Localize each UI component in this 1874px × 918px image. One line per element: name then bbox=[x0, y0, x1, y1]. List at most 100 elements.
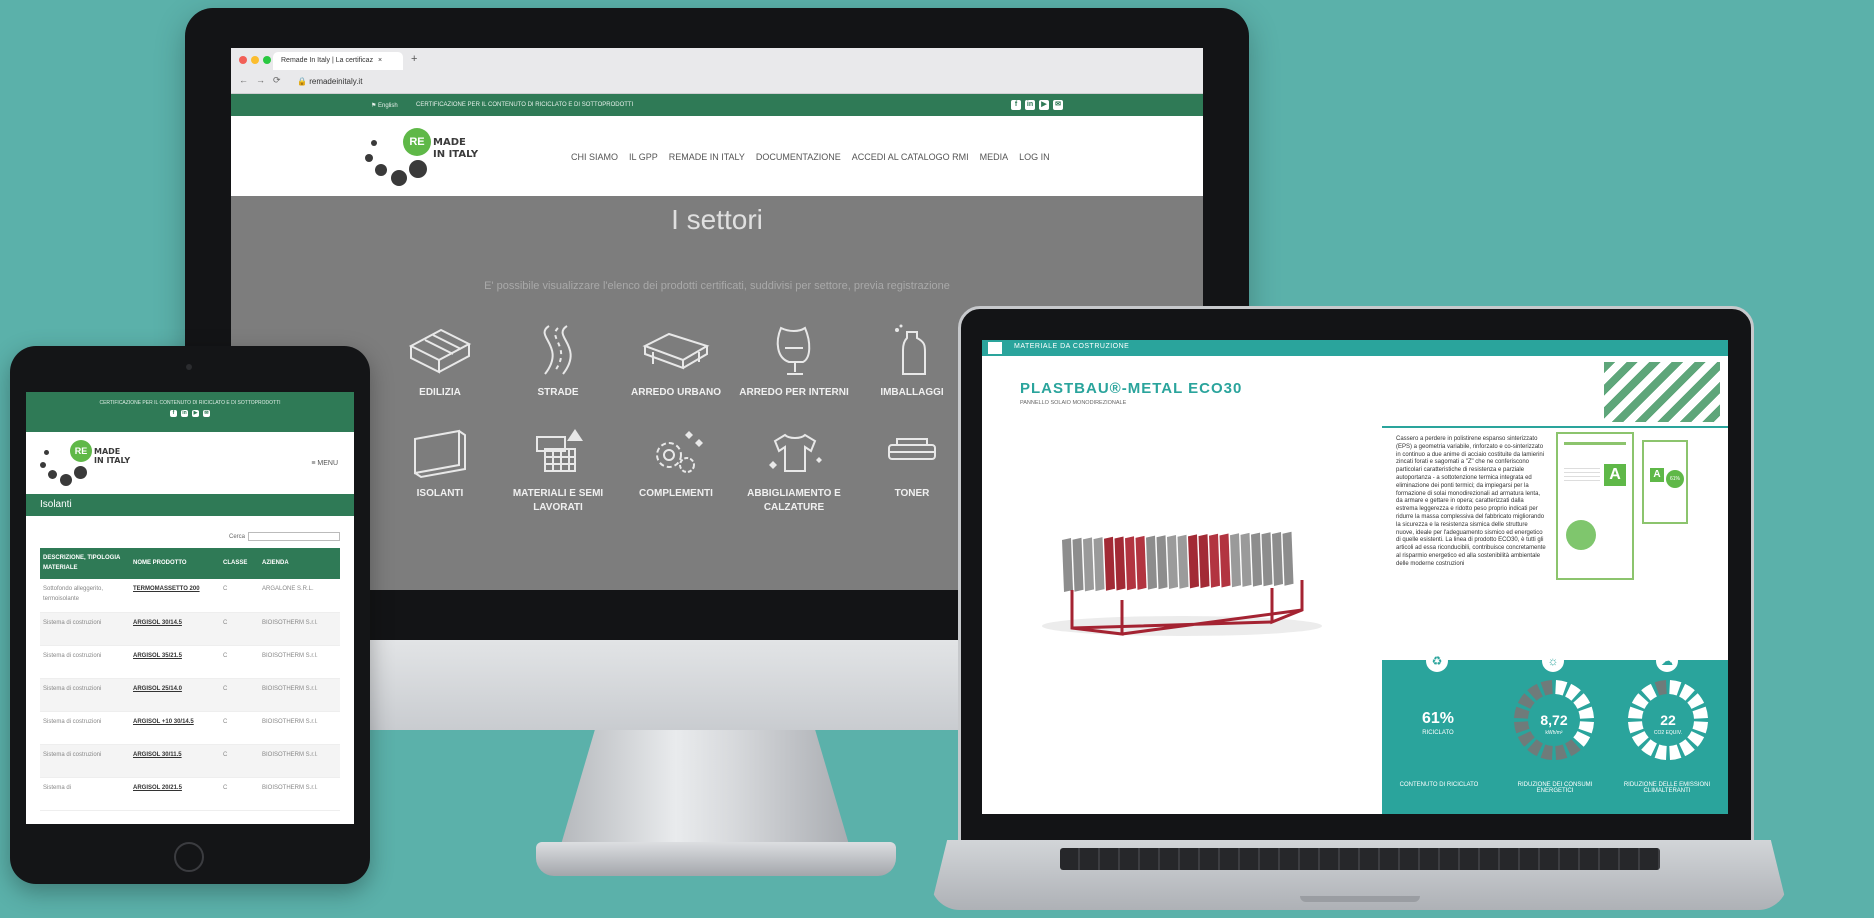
nav-item-documentazione[interactable]: DOCUMENTAZIONE bbox=[756, 152, 841, 162]
stat-unit-energy: kWh/m² bbox=[1545, 730, 1563, 736]
tablet-header: RE MADE IN ITALY ≡ MENU bbox=[26, 432, 354, 494]
col-azienda[interactable]: AZIENDA bbox=[259, 548, 340, 580]
stat-label-recycled: CONTENUTO DI RICICLATO bbox=[1399, 782, 1479, 788]
product-link[interactable]: ARGISOL 25/14.0 bbox=[130, 678, 220, 712]
sector-label: TONER bbox=[894, 487, 930, 499]
facebook-icon[interactable]: f bbox=[1011, 100, 1021, 110]
cell-desc: Sistema di costruzioni bbox=[40, 612, 130, 646]
new-tab-button[interactable]: + bbox=[411, 53, 417, 65]
bench-slat bbox=[1104, 536, 1115, 591]
product-link[interactable]: ARGISOL +10 30/14.5 bbox=[130, 711, 220, 745]
nav-item-il-gpp[interactable]: IL GPP bbox=[629, 152, 658, 162]
col-classe[interactable]: CLASSE bbox=[220, 548, 259, 580]
sector-edilizia[interactable]: EDILIZIA bbox=[381, 322, 499, 401]
sector-arredo-urbano[interactable]: ARREDO URBANO bbox=[617, 322, 735, 401]
site-header: RE MADE IN ITALY CHI SIAMO IL GPP REMADE… bbox=[231, 116, 1203, 196]
sector-strade[interactable]: STRADE bbox=[499, 322, 617, 401]
cell-azienda: BIOISOTHERM S.r.l. bbox=[259, 678, 340, 712]
product-title: PLASTBAU®-METAL ECO30 bbox=[1020, 380, 1243, 397]
panel-icon bbox=[414, 429, 466, 478]
tablet-home-button[interactable] bbox=[174, 842, 204, 872]
address-bar[interactable]: 🔒 remadeinitaly.it bbox=[291, 75, 1151, 89]
sector-toner[interactable]: TONER bbox=[853, 423, 971, 516]
product-link[interactable]: ARGISOL 20/21.5 bbox=[130, 777, 220, 811]
sector-materiali[interactable]: MATERIALI E SEMI LAVORATI bbox=[499, 423, 617, 516]
email-icon[interactable]: ✉ bbox=[1053, 100, 1063, 110]
remade-logo[interactable]: RE MADE IN ITALY bbox=[40, 438, 150, 488]
logo-dot bbox=[391, 170, 407, 186]
cell-azienda: ARGALONE S.R.L. bbox=[259, 579, 340, 613]
nav-arrows-icon[interactable]: ←→⟳ bbox=[239, 75, 289, 86]
bench-slat bbox=[1135, 535, 1147, 590]
gears-icon bbox=[656, 430, 703, 473]
bench-slat bbox=[1240, 532, 1252, 587]
monitor-stand bbox=[560, 730, 850, 848]
col-nome-prodotto[interactable]: NOME PRODOTTO bbox=[130, 548, 220, 580]
stat-unit-recycled: RICICLATO bbox=[1422, 730, 1454, 736]
table-header-row: DESCRIZIONE, TIPOLOGIA MATERIALE NOME PR… bbox=[40, 548, 340, 580]
linkedin-icon[interactable]: in bbox=[181, 410, 188, 417]
product-link[interactable]: ARGISOL 30/14.5 bbox=[130, 612, 220, 646]
gauge-segment bbox=[1540, 680, 1553, 696]
maximize-window-button[interactable] bbox=[263, 56, 271, 64]
cell-classe: C bbox=[220, 711, 259, 745]
sector-imballaggi[interactable]: IMBALLAGGI bbox=[853, 322, 971, 401]
product-link[interactable]: ARGISOL 35/21.5 bbox=[130, 645, 220, 679]
sector-abbigliamento[interactable]: ABBIGLIAMENTO E CALZATURE bbox=[735, 423, 853, 516]
nav-item-catalogo[interactable]: ACCEDI AL CATALOGO RMI bbox=[852, 152, 969, 162]
sector-label: COMPLEMENTI bbox=[639, 487, 713, 499]
table-row: Sistema di costruzioni ARGISOL 30/14.5 C BI… bbox=[40, 612, 340, 646]
logo-line1: MADE bbox=[94, 447, 121, 456]
bench-slat bbox=[1188, 534, 1199, 589]
table-row: Sistema di costruzioni ARGISOL 35/21.5 C BI… bbox=[40, 645, 340, 679]
nav-item-chi-siamo[interactable]: CHI SIAMO bbox=[571, 152, 618, 162]
bench-slat bbox=[1261, 532, 1273, 587]
nav-item-login[interactable]: LOG IN bbox=[1019, 152, 1050, 162]
nav-item-remade-in-italy[interactable]: REMADE IN ITALY bbox=[669, 152, 745, 162]
browser-tab[interactable]: Remade In Italy | La certificaz × bbox=[273, 52, 403, 70]
remade-logo[interactable]: RE MADE IN ITALY bbox=[365, 126, 505, 186]
youtube-icon[interactable]: ▶ bbox=[192, 410, 199, 417]
cell-classe: C bbox=[220, 777, 259, 811]
nav-item-media[interactable]: MEDIA bbox=[980, 152, 1009, 162]
close-window-button[interactable] bbox=[239, 56, 247, 64]
col-descrizione[interactable]: DESCRIZIONE, TIPOLOGIA MATERIALE bbox=[40, 548, 130, 580]
minimize-window-button[interactable] bbox=[251, 56, 259, 64]
product-link[interactable]: ARGISOL 30/11.5 bbox=[130, 744, 220, 778]
cell-classe: C bbox=[220, 645, 259, 679]
tablet-topbar: CERTIFICAZIONE PER IL CONTENUTO DI RICIC… bbox=[26, 392, 354, 432]
table-row: Sistema di ARGISOL 20/21.5 C BIOISOTHERM S.… bbox=[40, 777, 340, 811]
stat-label-energy: RIDUZIONE DEI CONSUMI ENERGETICI bbox=[1517, 782, 1593, 794]
product-link[interactable]: TERMOMASSETTO 200 bbox=[130, 579, 220, 613]
gauge-segment bbox=[1449, 739, 1465, 756]
sector-isolanti[interactable]: ISOLANTI bbox=[381, 423, 499, 516]
cell-classe: C bbox=[220, 678, 259, 712]
laptop-screen: MATERIALE DA COSTRUZIONE PLASTBAU®-METAL… bbox=[982, 340, 1728, 814]
facebook-icon[interactable]: f bbox=[170, 410, 177, 417]
sector-arredo-interni[interactable]: ARREDO PER INTERNI bbox=[735, 322, 853, 401]
email-icon[interactable]: ✉ bbox=[203, 410, 210, 417]
gauge-segment bbox=[1402, 693, 1419, 709]
linkedin-icon[interactable]: in bbox=[1025, 100, 1035, 110]
stat-label-emissions: RIDUZIONE DELLE EMISSIONI CLIMALTERANTI bbox=[1623, 782, 1711, 794]
tablet-screen: CERTIFICAZIONE PER IL CONTENUTO DI RICIC… bbox=[26, 392, 354, 824]
search-input[interactable] bbox=[248, 532, 340, 541]
sector-complementi[interactable]: COMPLEMENTI bbox=[617, 423, 735, 516]
gauge-segment bbox=[1669, 744, 1682, 760]
language-switch[interactable]: ⚑ English bbox=[371, 102, 398, 109]
cell-desc: Sistema di costruzioni bbox=[40, 744, 130, 778]
logo-line2: IN ITALY bbox=[94, 456, 131, 465]
cell-desc: Sistema di bbox=[40, 777, 130, 811]
bench-slat bbox=[1230, 533, 1241, 588]
tab-close-icon[interactable]: × bbox=[378, 57, 382, 64]
bench-slat bbox=[1146, 535, 1157, 590]
youtube-icon[interactable]: ▶ bbox=[1039, 100, 1049, 110]
gauge-segment bbox=[1669, 680, 1682, 696]
sector-label: ISOLANTI bbox=[416, 487, 464, 499]
menu-button[interactable]: ≡ MENU bbox=[311, 460, 338, 467]
gauge-segment bbox=[1439, 680, 1451, 696]
bench-slat bbox=[1167, 535, 1178, 589]
cell-desc: Sistema di costruzioni bbox=[40, 645, 130, 679]
decorative-stripes bbox=[1604, 362, 1720, 422]
bench-slat bbox=[1114, 536, 1126, 591]
